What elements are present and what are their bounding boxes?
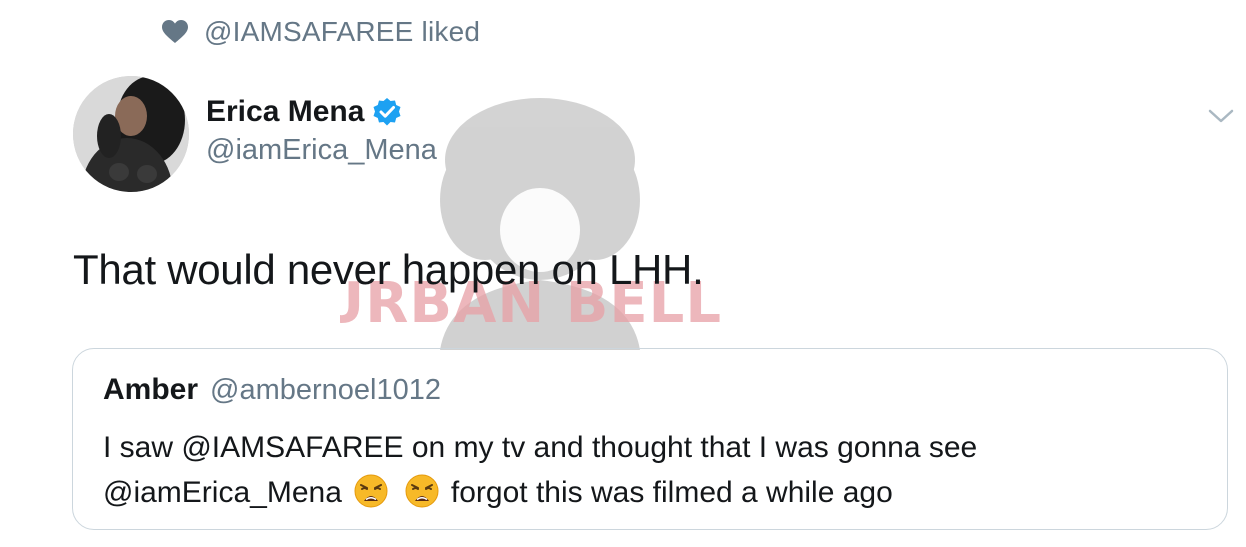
author-handle[interactable]: @iamErica_Mena [206,134,437,167]
author-name[interactable]: Erica Mena [206,95,364,129]
avatar[interactable] [73,76,189,192]
chevron-down-icon[interactable] [1206,104,1236,128]
quoted-tweet-line-2: @iamErica_Mena forgot this was filmed a … [103,470,1203,515]
tweet-text: That would never happen on LHH. [73,246,704,293]
quoted-tweet-header: Amber @ambernoel1012 [103,373,441,407]
heart-icon [162,20,188,43]
liked-context: @IAMSAFAREE liked [162,14,480,50]
author-name-row[interactable]: Erica Mena [206,92,402,132]
quoted-tweet-text: I saw @IAMSAFAREE on my tv and thought t… [103,425,1203,515]
verified-badge-icon [373,98,401,126]
quoted-tweet-line-2-text: forgot this was filmed a while ago [450,476,893,509]
avatar-image [73,76,189,192]
quoted-mention[interactable]: @iamErica_Mena [103,476,342,509]
quoted-tweet-card[interactable]: Amber @ambernoel1012 I saw @IAMSAFAREE o… [72,348,1228,530]
weary-face-icon [405,474,439,508]
quoted-author-handle: @ambernoel1012 [210,374,442,406]
quoted-author-name: Amber [103,373,199,406]
liked-by-text[interactable]: @IAMSAFAREE liked [204,16,480,48]
weary-face-icon [354,474,388,508]
quoted-tweet-line-1: I saw @IAMSAFAREE on my tv and thought t… [103,431,978,464]
